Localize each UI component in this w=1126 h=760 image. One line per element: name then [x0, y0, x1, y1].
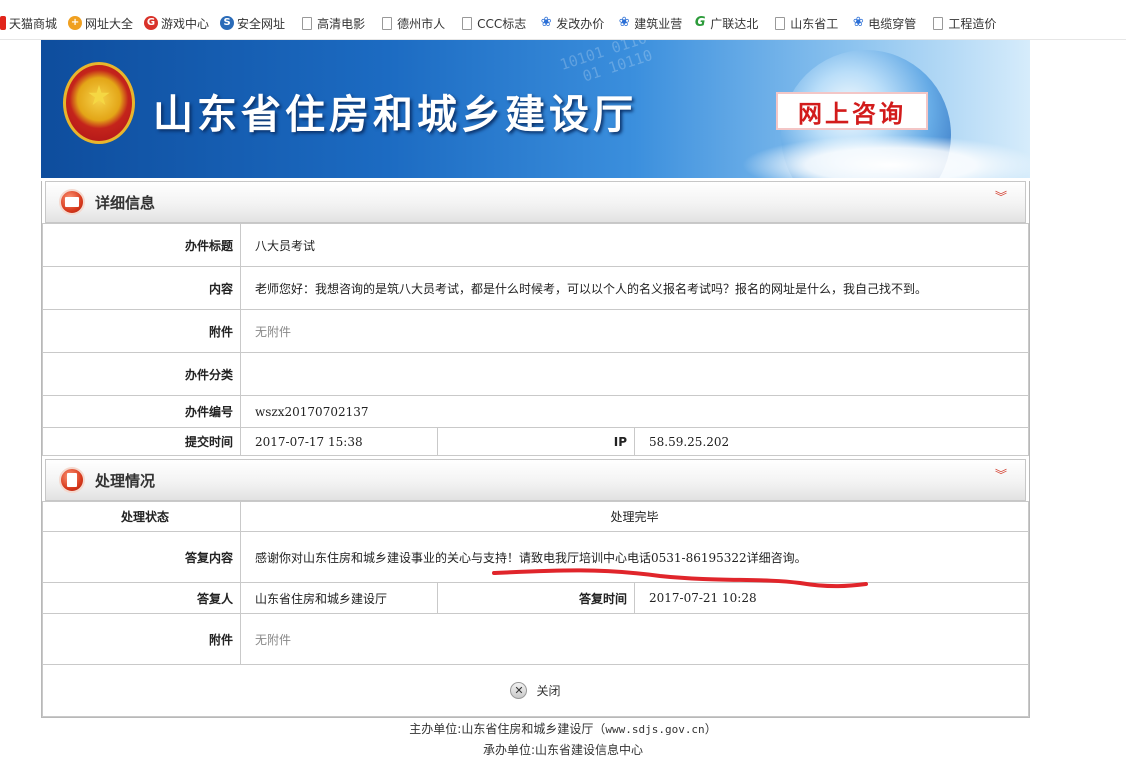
detail-panel: 详细信息 ︾ 办件标题 八大员考试 内容 老师您好：我想咨询的是筑八大员考试，都…: [41, 181, 1030, 718]
status-label: 处理状态: [42, 501, 241, 532]
reply-time-value: 2017-07-21 10:28: [634, 582, 1029, 614]
bookmark-fagai[interactable]: ❀ 发改办价: [537, 14, 604, 32]
reply-label: 答复内容: [42, 531, 241, 583]
page-icon: [462, 16, 473, 30]
reply-value: 感谢你对山东住房和城乡建设事业的关心与支持！请致电我厅培训中心电话0531-86…: [240, 531, 1029, 583]
safe-sites-icon: S: [220, 16, 235, 30]
page-icon: [775, 16, 786, 30]
paw-icon: ❀: [852, 15, 864, 30]
submit-time-label: 提交时间: [42, 427, 241, 456]
attachment-value: 无附件: [240, 309, 1029, 353]
web-directory-icon: +: [68, 16, 83, 30]
glodon-icon: G: [694, 15, 706, 30]
table-row: 办件标题 八大员考试: [42, 223, 1029, 267]
number-value: wszx20170702137: [240, 395, 1029, 428]
table-row: 附件 无附件: [42, 309, 1029, 353]
table-row: 附件 无附件: [42, 613, 1029, 665]
page-container: 10101 0110 01 10110 山东省住房和城乡建设厅 网上咨询 详细信…: [41, 40, 1030, 718]
document-icon: [59, 467, 85, 493]
table-row: 提交时间 2017-07-17 15:38 IP 58.59.25.202: [42, 427, 1029, 456]
collapse-chevron-icon[interactable]: ︾: [995, 191, 1007, 203]
footer-host-url[interactable]: www.sdjs.gov.cn: [605, 723, 704, 736]
bookmark-game-center[interactable]: G 游戏中心: [144, 14, 209, 32]
ip-label: IP: [437, 427, 635, 456]
bookmark-cost[interactable]: 工程造价: [927, 14, 996, 32]
bookmarks-bar: 天猫商城 + 网址大全 G 游戏中心 S 安全网址 高清电影 德州市人 CCC标志 ❀…: [0, 0, 1126, 40]
number-label: 办件编号: [42, 395, 241, 428]
table-row: 答复人 山东省住房和城乡建设厅 答复时间 2017-07-21 10:28: [42, 582, 1029, 614]
site-title: 山东省住房和城乡建设厅: [153, 91, 637, 138]
replier-value: 山东省住房和城乡建设厅: [240, 582, 438, 614]
paw-icon: ❀: [540, 15, 552, 30]
paw-icon: ❀: [618, 15, 630, 30]
replier-label: 答复人: [42, 582, 241, 614]
submit-time-value: 2017-07-17 15:38: [240, 427, 438, 456]
site-banner: 10101 0110 01 10110 山东省住房和城乡建设厅 网上咨询: [41, 40, 1030, 178]
game-center-icon: G: [144, 16, 159, 30]
national-emblem-icon: [63, 62, 135, 144]
mail-icon: [59, 189, 85, 215]
content-value: 老师您好：我想咨询的是筑八大员考试，都是什么时候考，可以以个人的名义报名考试吗？…: [240, 266, 1029, 310]
bookmark-glodon[interactable]: G 广联达北: [693, 14, 758, 32]
page-icon: [382, 16, 393, 30]
detail-section-header: 详细信息 ︾: [45, 181, 1026, 223]
bookmark-shandong[interactable]: 山东省工: [769, 14, 838, 32]
attachment-label: 附件: [42, 309, 241, 353]
ip-value: 58.59.25.202: [634, 427, 1029, 456]
close-label: 关闭: [536, 684, 561, 698]
subject-value: 八大员考试: [240, 223, 1029, 267]
table-row: 答复内容 感谢你对山东住房和城乡建设事业的关心与支持！请致电我厅培训中心电话05…: [42, 531, 1029, 583]
bookmark-hd-movies[interactable]: 高清电影: [296, 14, 365, 32]
table-row: 办件编号 wszx20170702137: [42, 395, 1029, 428]
subject-label: 办件标题: [42, 223, 241, 267]
category-label: 办件分类: [42, 352, 241, 396]
bookmark-cable[interactable]: ❀ 电缆穿管: [849, 14, 916, 32]
bookmark-ccc[interactable]: CCC标志: [456, 14, 526, 32]
close-icon: ✕: [510, 682, 528, 699]
tmall-icon: [0, 16, 6, 30]
status-value: 处理完毕: [240, 501, 1029, 532]
page-icon: [302, 16, 313, 30]
footer-host: 主办单位:山东省住房和城乡建设厅（www.sdjs.gov.cn）: [409, 722, 717, 736]
page-icon: [933, 16, 944, 30]
collapse-chevron-icon[interactable]: ︾: [995, 469, 1007, 481]
table-row: 办件分类: [42, 352, 1029, 396]
bookmark-web-directory[interactable]: + 网址大全: [68, 14, 133, 32]
table-row: 处理状态 处理完毕: [42, 501, 1029, 532]
page-footer: 主办单位:山东省住房和城乡建设厅（www.sdjs.gov.cn） 承办单位:山…: [0, 719, 1126, 760]
bookmark-tmall[interactable]: 天猫商城: [0, 14, 57, 32]
detail-table: 办件标题 八大员考试 内容 老师您好：我想咨询的是筑八大员考试，都是什么时候考，…: [42, 223, 1029, 456]
detail-section-title: 详细信息: [95, 193, 156, 212]
bookmark-dezhou[interactable]: 德州市人: [376, 14, 445, 32]
table-row: 内容 老师您好：我想咨询的是筑八大员考试，都是什么时候考，可以以个人的名义报名考…: [42, 266, 1029, 310]
reply-attachment-value: 无附件: [240, 613, 1029, 665]
handling-section-header: 处理情况 ︾: [45, 459, 1026, 501]
content-label: 内容: [42, 266, 241, 310]
bookmark-jianzhu[interactable]: ❀ 建筑业营: [615, 14, 682, 32]
reply-attachment-label: 附件: [42, 613, 241, 665]
close-button[interactable]: ✕ 关闭: [510, 682, 561, 699]
handling-section-title: 处理情况: [95, 471, 156, 490]
handling-table: 处理状态 处理完毕 答复内容 感谢你对山东住房和城乡建设事业的关心与支持！请致电…: [42, 501, 1029, 665]
reply-time-label: 答复时间: [437, 582, 635, 614]
bookmark-safe-sites[interactable]: S 安全网址: [220, 14, 285, 32]
category-value: [240, 352, 1029, 396]
footer-organizer: 承办单位:山东省建设信息中心: [482, 743, 644, 757]
close-row: ✕ 关闭: [42, 665, 1029, 717]
online-consult-badge: 网上咨询: [776, 92, 928, 130]
